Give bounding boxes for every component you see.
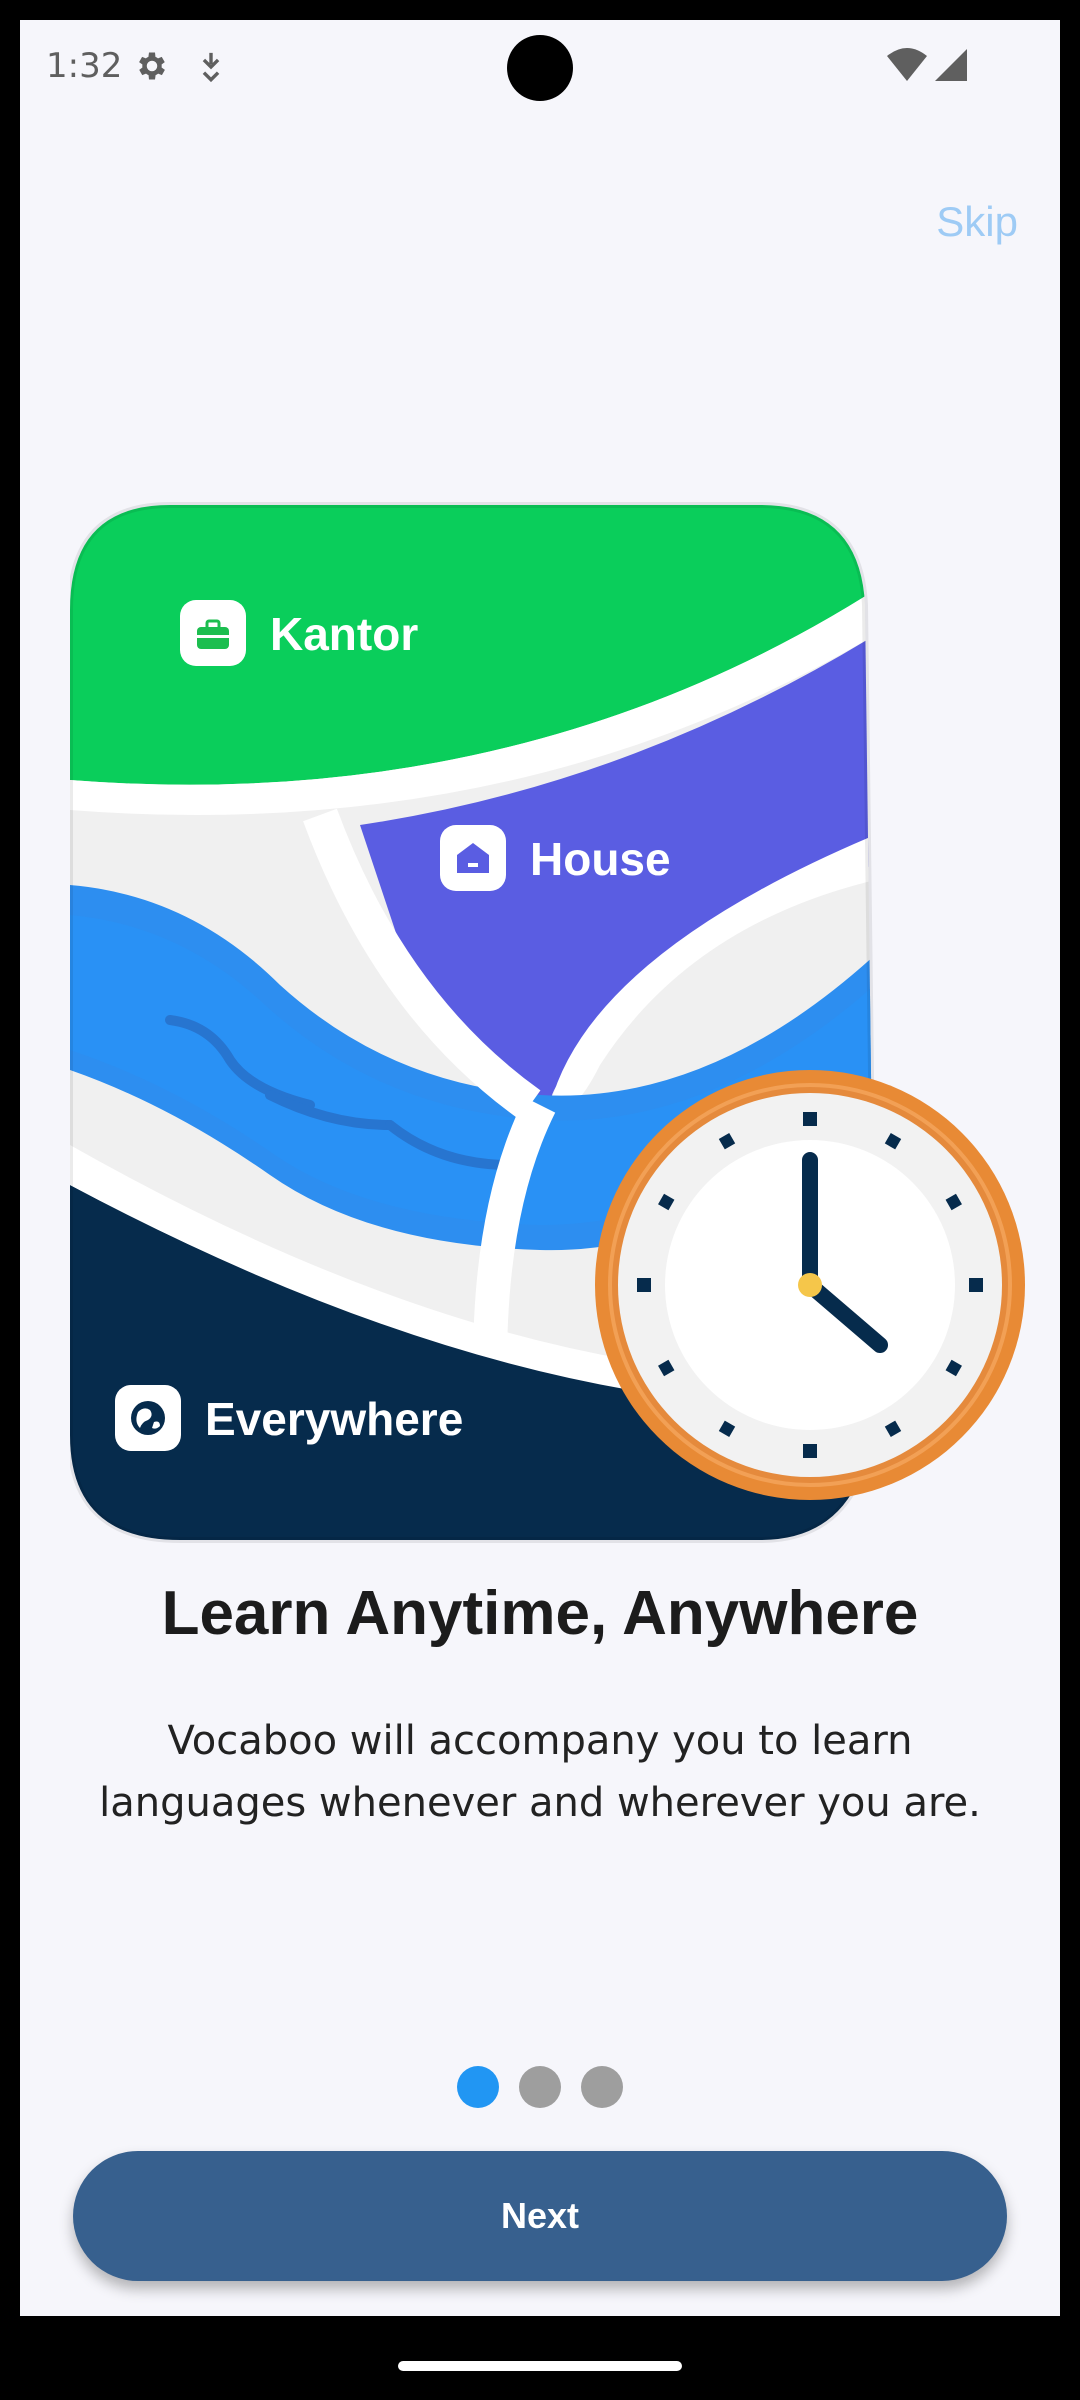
- home-indicator[interactable]: [398, 2361, 682, 2371]
- house-text: House: [530, 833, 671, 885]
- kantor-text: Kantor: [270, 608, 418, 660]
- page-dot-2: [519, 2066, 561, 2108]
- page-dot-1: [457, 2066, 499, 2108]
- kantor-label: Kantor: [180, 600, 418, 666]
- onboarding-title: Learn Anytime, Anywhere: [161, 1579, 919, 1648]
- clock-icon: [595, 1070, 1025, 1500]
- status-bar: 1:32: [20, 20, 1060, 112]
- wifi-icon: [887, 48, 927, 81]
- skip-button[interactable]: Skip: [936, 198, 1018, 246]
- next-button[interactable]: Next: [73, 2151, 1007, 2281]
- globe-icon: [131, 1401, 165, 1435]
- gear-icon: [139, 52, 165, 80]
- phone-frame: 1:32 Skip Kantor House Everywhere Learn …: [0, 0, 1080, 2400]
- onboarding-screen: 1:32 Skip Kantor House Everywhere Learn …: [20, 20, 1060, 2316]
- house-label: House: [440, 825, 671, 891]
- everywhere-text: Everywhere: [205, 1393, 463, 1445]
- page-dot-3: [581, 2066, 623, 2108]
- status-time: 1:32: [46, 46, 123, 86]
- page-indicator: [20, 2066, 1060, 2108]
- onboarding-subtitle: Vocaboo will accompany you to learn lang…: [99, 1718, 981, 1826]
- signal-icon: [935, 49, 967, 81]
- onboarding-illustration: Kantor House Everywhere: [70, 502, 1025, 1543]
- everywhere-label: Everywhere: [115, 1385, 463, 1451]
- download-icon: [202, 52, 220, 83]
- front-camera: [507, 35, 573, 101]
